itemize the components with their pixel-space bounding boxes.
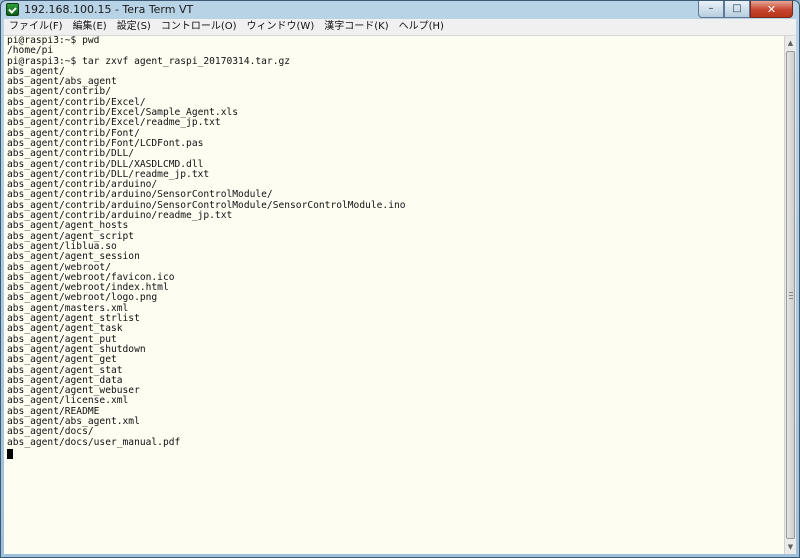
- scrollbar-grip-icon: [789, 292, 793, 293]
- close-button[interactable]: ✕: [750, 1, 793, 18]
- terminal-line: pi@raspi3:~$ pwd: [7, 36, 100, 46]
- menu-help[interactable]: ヘルプ(H): [394, 19, 449, 35]
- terminal-cursor: [7, 449, 13, 459]
- menu-file[interactable]: ファイル(F): [4, 19, 68, 35]
- title-bar[interactable]: 192.168.100.15 - Tera Term VT – □ ✕: [1, 1, 799, 19]
- menu-setup[interactable]: 設定(S): [112, 19, 156, 35]
- maximize-button[interactable]: □: [724, 1, 750, 18]
- window-title: 192.168.100.15 - Tera Term VT: [24, 3, 194, 16]
- menu-control[interactable]: コントロール(O): [156, 19, 242, 35]
- scroll-up-arrow-icon[interactable]: ▲: [785, 36, 796, 50]
- terminal-output: pi@raspi3:~$ pwd/home/pi pi@raspi3:~$ tar…: [7, 36, 406, 448]
- vertical-scrollbar[interactable]: ▲ ▼: [784, 36, 796, 554]
- terminal-line: abs_agent/agent_session: [7, 251, 140, 263]
- terminal-screen[interactable]: pi@raspi3:~$ pwd/home/pi pi@raspi3:~$ tar…: [4, 36, 784, 554]
- menu-edit[interactable]: 編集(E): [68, 19, 112, 35]
- menu-kanji-code[interactable]: 漢字コード(K): [319, 19, 393, 35]
- terminal-line: abs_agent/agent_get: [7, 354, 117, 366]
- terminal-line: abs_agent/docs/user_manual.pdf: [7, 436, 181, 448]
- menu-window[interactable]: ウィンドウ(W): [242, 19, 320, 35]
- tera-term-window: 192.168.100.15 - Tera Term VT – □ ✕ ファイル…: [0, 0, 800, 558]
- tera-term-icon[interactable]: [6, 3, 19, 16]
- minimize-button[interactable]: –: [698, 1, 724, 18]
- terminal-line: pi@raspi3:~$ tar zxvf agent_raspi_201703…: [7, 55, 291, 67]
- caption-buttons: – □ ✕: [698, 1, 793, 19]
- scroll-down-arrow-icon[interactable]: ▼: [785, 540, 796, 554]
- scrollbar-thumb[interactable]: [786, 51, 795, 539]
- menu-bar: ファイル(F) 編集(E) 設定(S) コントロール(O) ウィンドウ(W) 漢…: [4, 19, 796, 36]
- scrollbar-grip-icon: [789, 298, 793, 299]
- scrollbar-grip-icon: [789, 295, 793, 296]
